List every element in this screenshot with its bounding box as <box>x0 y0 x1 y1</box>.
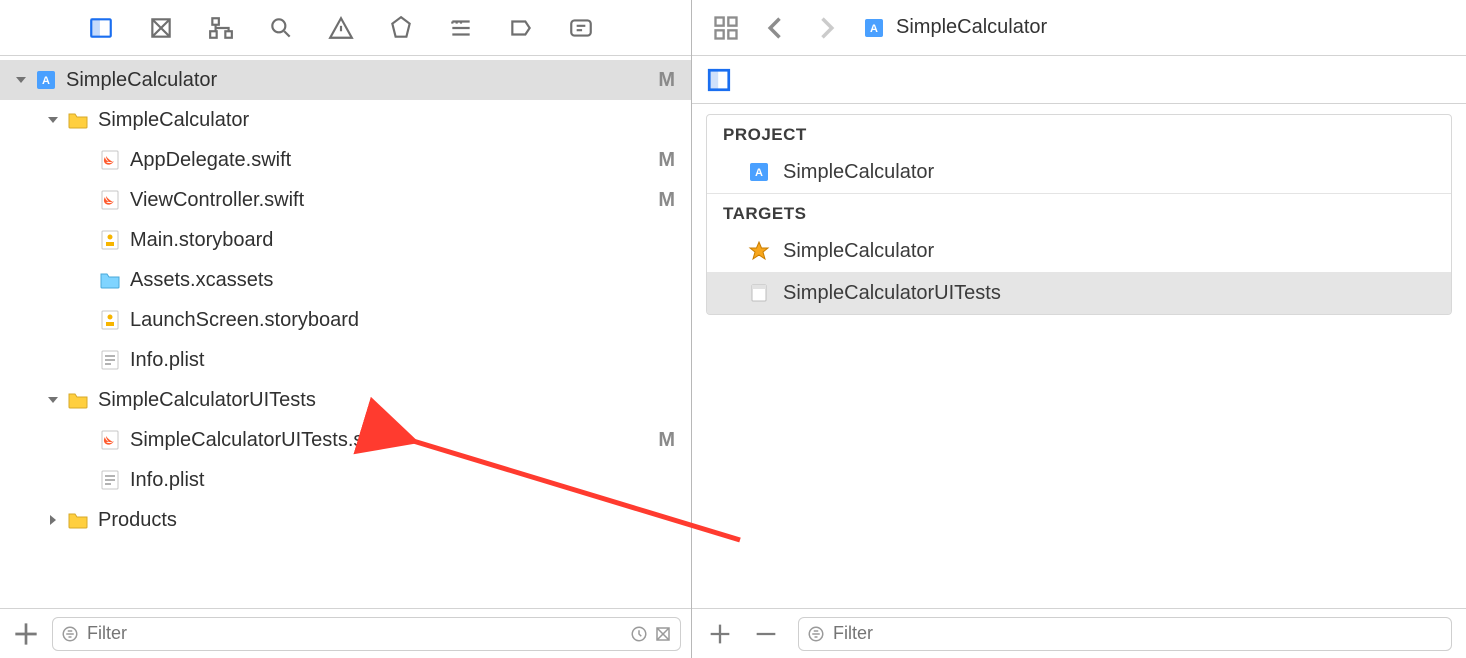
folder-icon <box>66 388 90 412</box>
editor-footer <box>692 608 1466 658</box>
tree-row[interactable]: Info.plist <box>0 340 691 380</box>
target-item[interactable]: SimpleCalculatorUITests <box>707 272 1451 314</box>
svg-text:A: A <box>42 75 50 87</box>
tree-row-label: Products <box>98 509 675 532</box>
tree-row-label: SimpleCalculator <box>66 69 650 92</box>
target-item-label: SimpleCalculator <box>783 240 934 263</box>
tree-row[interactable]: Assets.xcassets <box>0 260 691 300</box>
target-item-label: SimpleCalculatorUITests <box>783 282 1001 305</box>
svg-text:A: A <box>870 23 878 35</box>
editor-subtoolbar <box>692 56 1466 104</box>
navigator-filter-input[interactable] <box>87 623 622 644</box>
disclosure-triangle-icon[interactable] <box>12 69 30 92</box>
disclosure-triangle-icon[interactable] <box>44 509 62 532</box>
breadcrumb[interactable]: A SimpleCalculator <box>862 16 1047 40</box>
swift-icon <box>98 428 122 452</box>
tree-row[interactable]: Info.plist <box>0 460 691 500</box>
tree-row-label: LaunchScreen.storyboard <box>130 309 675 332</box>
project-icon: A <box>862 16 886 40</box>
navigator-selector-bar <box>0 0 691 56</box>
breadcrumb-label: SimpleCalculator <box>896 16 1047 39</box>
assets-icon <box>98 268 122 292</box>
go-forward-icon[interactable] <box>812 14 840 42</box>
navigator-filter-field[interactable] <box>52 617 681 651</box>
related-items-icon[interactable] <box>712 14 740 42</box>
tree-row[interactable]: SimpleCalculator <box>0 100 691 140</box>
tree-row[interactable]: SimpleCalculatorUITests <box>0 380 691 420</box>
app-icon <box>747 239 771 263</box>
tree-row[interactable]: SimpleCalculatorUITests.swift M <box>0 420 691 460</box>
storyboard-icon <box>98 228 122 252</box>
scm-status-badge: M <box>658 429 675 452</box>
scm-filter-icon[interactable] <box>654 625 672 643</box>
disclosure-triangle-icon[interactable] <box>44 389 62 412</box>
project-icon: A <box>34 68 58 92</box>
tree-row-label: Info.plist <box>130 349 675 372</box>
project-navigator-panel: A SimpleCalculator M SimpleCalculator AppDel… <box>0 0 692 658</box>
scm-status-badge: M <box>658 69 675 92</box>
recent-filter-icon[interactable] <box>630 625 648 643</box>
storyboard-icon <box>98 308 122 332</box>
add-target-button[interactable] <box>706 620 734 648</box>
targets-filter-field[interactable] <box>798 617 1452 651</box>
project-targets-outline: PROJECT A SimpleCalculator TARGETS Simpl… <box>692 104 1466 608</box>
find-navigator-icon[interactable] <box>266 13 296 43</box>
tree-row[interactable]: A SimpleCalculator M <box>0 60 691 100</box>
project-item[interactable]: A SimpleCalculator <box>707 151 1451 193</box>
tree-row-label: ViewController.swift <box>130 189 650 212</box>
plist-icon <box>98 348 122 372</box>
target-item[interactable]: SimpleCalculator <box>707 230 1451 272</box>
project-tree[interactable]: A SimpleCalculator M SimpleCalculator AppDel… <box>0 56 691 608</box>
add-button[interactable] <box>10 618 42 650</box>
tree-row-label: Main.storyboard <box>130 229 675 252</box>
debug-navigator-icon[interactable] <box>446 13 476 43</box>
tree-row[interactable]: Products <box>0 500 691 540</box>
tree-row-label: SimpleCalculator <box>98 109 675 132</box>
scm-status-badge: M <box>658 149 675 172</box>
navigator-footer <box>0 608 691 658</box>
uitest-icon <box>747 281 771 305</box>
disclosure-triangle-icon[interactable] <box>44 109 62 132</box>
report-navigator-icon[interactable] <box>566 13 596 43</box>
targets-filter-input[interactable] <box>833 623 1443 644</box>
project-section-header: PROJECT <box>707 115 1451 151</box>
project-navigator-icon[interactable] <box>86 13 116 43</box>
targets-section-header: TARGETS <box>707 194 1451 230</box>
tree-row[interactable]: AppDelegate.swift M <box>0 140 691 180</box>
tree-row[interactable]: ViewController.swift M <box>0 180 691 220</box>
breakpoint-navigator-icon[interactable] <box>506 13 536 43</box>
tree-row[interactable]: LaunchScreen.storyboard <box>0 300 691 340</box>
plist-icon <box>98 468 122 492</box>
source-control-navigator-icon[interactable] <box>146 13 176 43</box>
test-navigator-icon[interactable] <box>386 13 416 43</box>
jump-bar: A SimpleCalculator <box>692 0 1466 56</box>
document-outline-toggle-icon[interactable] <box>706 67 732 93</box>
go-back-icon[interactable] <box>762 14 790 42</box>
tree-row-label: Info.plist <box>130 469 675 492</box>
tree-row[interactable]: Main.storyboard <box>0 220 691 260</box>
project-icon: A <box>747 160 771 184</box>
folder-icon <box>66 508 90 532</box>
project-item-label: SimpleCalculator <box>783 161 934 184</box>
remove-target-button[interactable] <box>752 620 780 648</box>
folder-icon <box>66 108 90 132</box>
issue-navigator-icon[interactable] <box>326 13 356 43</box>
tree-row-label: SimpleCalculatorUITests.swift <box>130 429 650 452</box>
editor-area: A SimpleCalculator PROJECT A SimpleCalcu… <box>692 0 1466 658</box>
filter-icon <box>61 625 79 643</box>
scm-status-badge: M <box>658 189 675 212</box>
svg-text:A: A <box>755 167 763 179</box>
swift-icon <box>98 188 122 212</box>
swift-icon <box>98 148 122 172</box>
filter-icon <box>807 625 825 643</box>
tree-row-label: Assets.xcassets <box>130 269 675 292</box>
tree-row-label: SimpleCalculatorUITests <box>98 389 675 412</box>
tree-row-label: AppDelegate.swift <box>130 149 650 172</box>
symbol-navigator-icon[interactable] <box>206 13 236 43</box>
